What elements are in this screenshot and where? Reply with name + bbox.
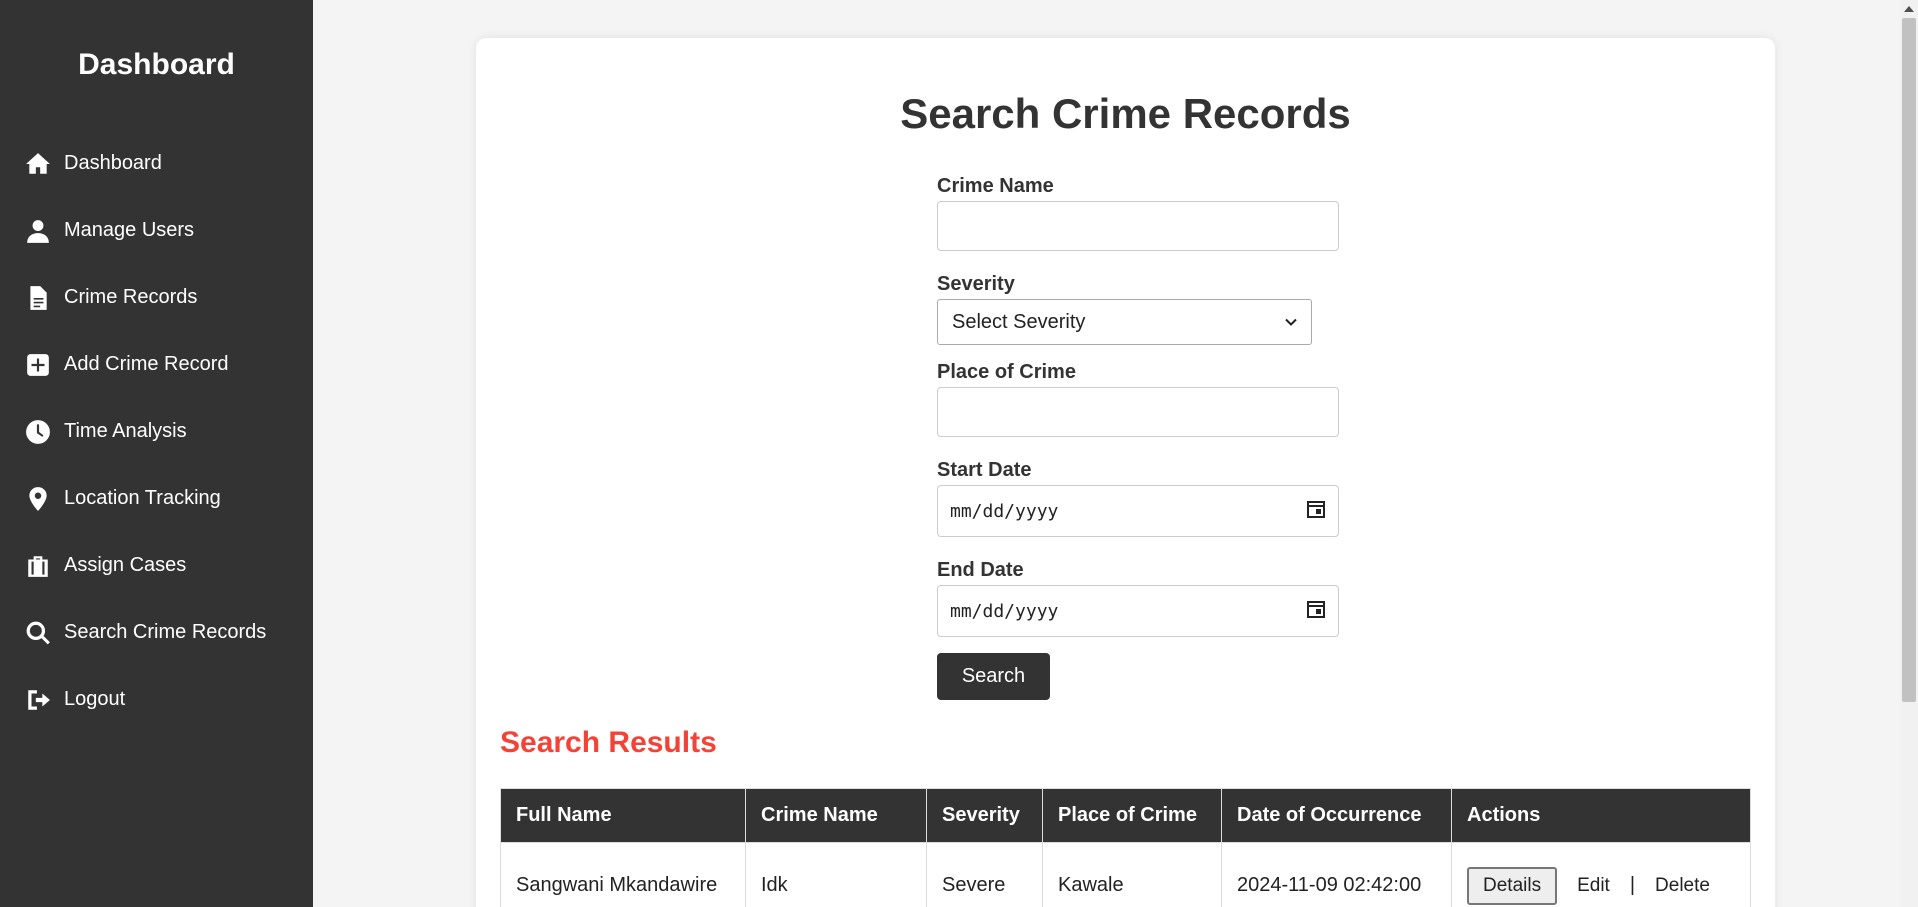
sidebar-item-crime-records[interactable]: Crime Records — [0, 264, 313, 331]
sidebar-item-dashboard[interactable]: Dashboard — [0, 130, 313, 197]
sidebar-item-label: Search Crime Records — [64, 621, 267, 643]
sidebar-item-assign-cases[interactable]: Assign Cases — [0, 532, 313, 599]
briefcase-icon — [24, 552, 52, 580]
cell-severity: Severe — [926, 842, 1043, 907]
sidebar-item-label: Logout — [64, 688, 126, 710]
file-icon — [24, 284, 52, 312]
table-row: Sangwani Mkandawire Idk Severe Kawale 20… — [500, 842, 1751, 907]
start-date-label: Start Date — [937, 459, 1032, 481]
column-header: Full Name — [500, 788, 746, 843]
sidebar-item-manage-users[interactable]: Manage Users — [0, 197, 313, 264]
calendar-icon[interactable] — [1306, 499, 1326, 524]
results-table: Full Name Crime Name Severity Place of C… — [500, 788, 1751, 907]
sidebar-item-add-crime-record[interactable]: Add Crime Record — [0, 331, 313, 398]
sidebar-item-time-analysis[interactable]: Time Analysis — [0, 398, 313, 465]
column-header: Severity — [926, 788, 1043, 843]
end-date-label: End Date — [937, 559, 1024, 581]
clock-icon — [24, 418, 52, 446]
user-icon — [24, 217, 52, 245]
end-date-input[interactable]: mm/dd/yyyy — [937, 585, 1339, 637]
sidebar-item-location-tracking[interactable]: Location Tracking — [0, 465, 313, 532]
search-button[interactable]: Search — [937, 653, 1050, 700]
severity-label: Severity — [937, 273, 1015, 295]
calendar-icon[interactable] — [1306, 599, 1326, 624]
sidebar-item-label: Add Crime Record — [64, 353, 229, 375]
start-date-input[interactable]: mm/dd/yyyy — [937, 485, 1339, 537]
sidebar-brand: Dashboard — [78, 48, 235, 81]
sidebar-item-label: Assign Cases — [64, 554, 187, 576]
scroll-up-arrow-icon[interactable] — [1904, 6, 1914, 12]
start-date-placeholder: mm/dd/yyyy — [950, 500, 1059, 522]
page-title: Search Crime Records — [900, 90, 1351, 137]
severity-select[interactable]: Select Severity — [937, 299, 1312, 345]
severity-select-value: Select Severity — [952, 310, 1086, 333]
chevron-down-icon — [1285, 311, 1297, 334]
crime-name-input[interactable] — [937, 201, 1339, 251]
sidebar-item-label: Manage Users — [64, 219, 195, 241]
cell-crime-name: Idk — [745, 842, 927, 907]
cell-full-name: Sangwani Mkandawire — [500, 842, 746, 907]
column-header: Actions — [1451, 788, 1751, 843]
column-header: Place of Crime — [1042, 788, 1222, 843]
search-form: Crime Name Severity Select Severity Plac… — [937, 171, 1339, 700]
cell-actions: Details Edit | Delete — [1451, 842, 1751, 907]
place-of-crime-label: Place of Crime — [937, 361, 1076, 383]
sidebar-item-label: Crime Records — [64, 286, 198, 308]
search-icon — [24, 619, 52, 647]
vertical-scrollbar[interactable] — [1900, 0, 1918, 907]
scrollbar-thumb[interactable] — [1902, 18, 1916, 702]
map-pin-icon — [24, 485, 52, 513]
results-title: Search Results — [500, 726, 717, 759]
action-separator: | — [1629, 874, 1636, 896]
home-icon — [24, 150, 52, 178]
sidebar-item-label: Time Analysis — [64, 420, 187, 442]
delete-link[interactable]: Delete — [1655, 875, 1710, 897]
table-header-row: Full Name Crime Name Severity Place of C… — [500, 788, 1751, 843]
sidebar: Dashboard Dashboard Manage Users Crime R… — [0, 0, 313, 907]
logout-icon — [24, 686, 52, 714]
end-date-placeholder: mm/dd/yyyy — [950, 600, 1059, 622]
sidebar-item-label: Location Tracking — [64, 487, 221, 509]
plus-square-icon — [24, 351, 52, 379]
sidebar-item-search-crime-records[interactable]: Search Crime Records — [0, 599, 313, 666]
edit-link[interactable]: Edit — [1577, 875, 1610, 897]
cell-place: Kawale — [1042, 842, 1222, 907]
column-header: Date of Occurrence — [1221, 788, 1452, 843]
search-panel: Search Crime Records Crime Name Severity… — [476, 38, 1775, 907]
place-of-crime-input[interactable] — [937, 387, 1339, 437]
cell-date: 2024-11-09 02:42:00 — [1221, 842, 1452, 907]
crime-name-label: Crime Name — [937, 175, 1054, 197]
column-header: Crime Name — [745, 788, 927, 843]
details-button[interactable]: Details — [1467, 866, 1558, 905]
sidebar-item-logout[interactable]: Logout — [0, 666, 313, 733]
sidebar-item-label: Dashboard — [64, 152, 162, 174]
